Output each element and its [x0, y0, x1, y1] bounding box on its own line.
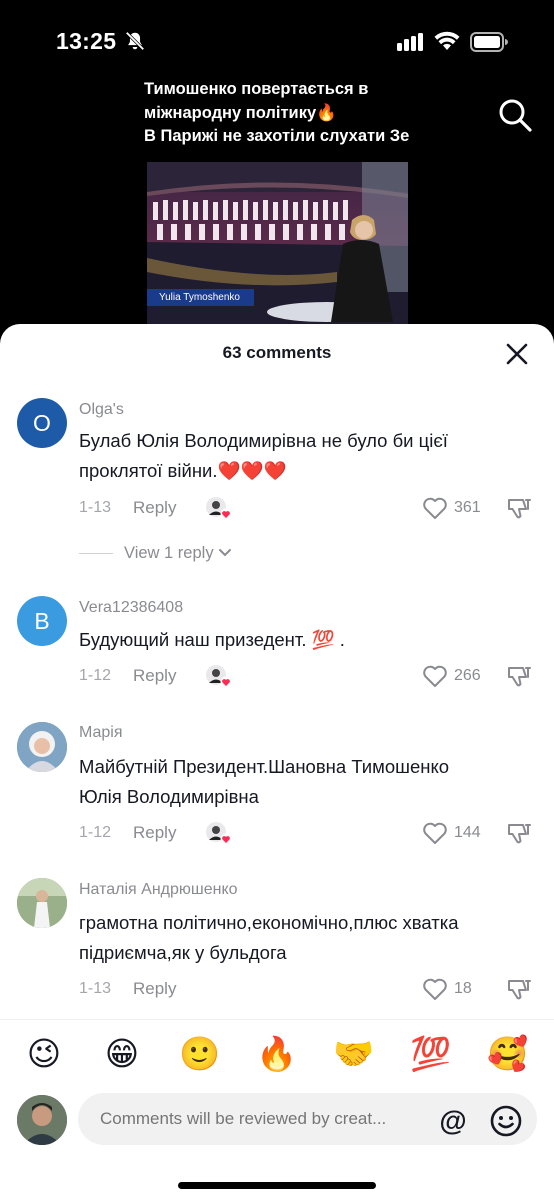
avatar-photo — [17, 878, 67, 928]
reply-button[interactable]: Reply — [133, 498, 176, 518]
dislike-icon[interactable] — [506, 820, 532, 846]
bell-off-icon — [125, 31, 145, 51]
search-icon[interactable] — [496, 96, 534, 134]
comment-meta: 1-12 Reply — [79, 664, 231, 688]
comment-text-line: Юлія Володимирівна — [79, 786, 259, 807]
comment-date: 1-12 — [79, 824, 112, 841]
comment-text-line: Булаб Юлія Володимирівна не було би цієї — [79, 430, 448, 451]
emoji-handshake-button[interactable]: 🤝 — [333, 1034, 374, 1074]
status-bar: 13:25 — [0, 0, 554, 80]
heart-icon — [423, 978, 447, 1000]
sheet-header: 63 comments — [0, 324, 554, 382]
view-replies-button[interactable]: View 1 reply — [79, 541, 232, 565]
avatar-photo — [17, 722, 67, 772]
comment-text-line: підриємча,як у бульдога — [79, 942, 287, 963]
like-button[interactable]: 144 — [422, 820, 492, 846]
comment-meta: 1-13 Reply — [79, 496, 231, 520]
comment-text-line: грамотна політично,економічно,плюс хватк… — [79, 912, 459, 933]
avatar[interactable] — [17, 722, 67, 772]
creator-liked-icon — [206, 822, 231, 845]
home-indicator — [178, 1182, 376, 1189]
comment-meta: 1-13 Reply — [79, 977, 176, 1001]
comment-text: Майбутній Президент.Шановна Тимошенко Юл… — [79, 752, 534, 812]
comment-username[interactable]: Марія — [79, 724, 123, 742]
emoji-fire-button[interactable]: 🔥 — [256, 1034, 297, 1074]
avatar[interactable] — [17, 878, 67, 928]
heart-icon — [423, 497, 447, 519]
comment-input-row: @ — [0, 1089, 554, 1159]
dislike-icon[interactable] — [506, 976, 532, 1002]
dislike-icon[interactable] — [506, 495, 532, 521]
comment-username[interactable]: Olga's — [79, 401, 124, 419]
heart-icon — [423, 665, 447, 687]
avatar-letter: B — [34, 607, 50, 634]
battery-icon — [470, 32, 508, 52]
dislike-icon[interactable] — [506, 663, 532, 689]
comment-text-line: Майбутній Президент.Шановна Тимошенко — [79, 756, 450, 777]
video-thumbnail[interactable]: Yulia Tymoshenko — [147, 162, 408, 324]
comment-text: Будующий наш призедент. 💯 . — [79, 625, 534, 655]
emoji-smile-button[interactable]: 🙂 — [179, 1034, 220, 1074]
comments-sheet: 63 comments O Olga's Булаб Юлія Володими… — [0, 324, 554, 1200]
comment-meta: 1-12 Reply — [79, 821, 231, 845]
avatar[interactable]: B — [17, 596, 67, 646]
emoji-picker-icon[interactable] — [489, 1104, 523, 1138]
emoji-grin-button[interactable]: 😁 — [102, 1034, 142, 1074]
video-title-line: В Парижі не захотіли слухати Зе — [144, 127, 410, 145]
emoji-wink-button[interactable]: 😉 — [24, 1034, 64, 1074]
status-time: 13:25 — [56, 28, 117, 54]
emoji-hundred-button[interactable]: 💯 — [410, 1034, 451, 1074]
comment-username[interactable]: Наталія Андрюшенко — [79, 881, 238, 899]
my-avatar-photo — [17, 1095, 67, 1145]
like-count: 144 — [454, 824, 481, 841]
chevron-down-icon — [218, 549, 231, 557]
like-count: 266 — [454, 667, 481, 684]
creator-liked-icon — [206, 497, 231, 520]
mention-button[interactable]: @ — [437, 1105, 469, 1137]
comment-text-line: Будующий наш призедент. 💯 . — [79, 629, 345, 650]
thumbnail-caption: Yulia Tymoshenko — [147, 289, 254, 306]
close-icon[interactable] — [503, 340, 531, 368]
heart-icon — [423, 822, 447, 844]
video-title[interactable]: Тимошенко повертається в міжнародну полі… — [144, 78, 412, 150]
comment-date: 1-13 — [79, 980, 112, 997]
reply-button[interactable]: Reply — [133, 979, 176, 999]
reply-button[interactable]: Reply — [133, 666, 176, 686]
my-avatar — [17, 1095, 67, 1145]
reply-button[interactable]: Reply — [133, 823, 176, 843]
comment-text-line: проклятої війни.❤️❤️❤️ — [79, 460, 287, 481]
like-count: 361 — [454, 499, 481, 516]
avatar[interactable]: O — [17, 398, 67, 448]
emoji-love-button[interactable]: 🥰 — [487, 1034, 528, 1074]
like-button[interactable]: 18 — [422, 976, 492, 1002]
comment-text: грамотна політично,економічно,плюс хватк… — [79, 908, 534, 968]
view-replies-label: View 1 reply — [124, 543, 214, 562]
video-title-line: Тимошенко повертається в — [144, 80, 369, 98]
wifi-icon — [434, 31, 460, 50]
divider-line — [79, 552, 113, 554]
video-title-line: міжнародну політику🔥 — [144, 103, 337, 122]
comments-count: 63 comments — [222, 343, 332, 362]
comment-date: 1-13 — [79, 499, 112, 516]
emoji-quick-bar: 😉 😁 🙂 🔥 🤝 💯 🥰 — [0, 1019, 554, 1089]
comment-text: Булаб Юлія Володимирівна не було би цієї… — [79, 426, 534, 486]
like-count: 18 — [454, 980, 472, 997]
signal-icon — [397, 33, 423, 51]
creator-liked-icon — [206, 665, 231, 688]
comment-username[interactable]: Vera12386408 — [79, 599, 183, 617]
like-button[interactable]: 266 — [422, 663, 492, 689]
comment-date: 1-12 — [79, 667, 112, 684]
like-button[interactable]: 361 — [422, 495, 492, 521]
avatar-letter: O — [33, 409, 51, 436]
